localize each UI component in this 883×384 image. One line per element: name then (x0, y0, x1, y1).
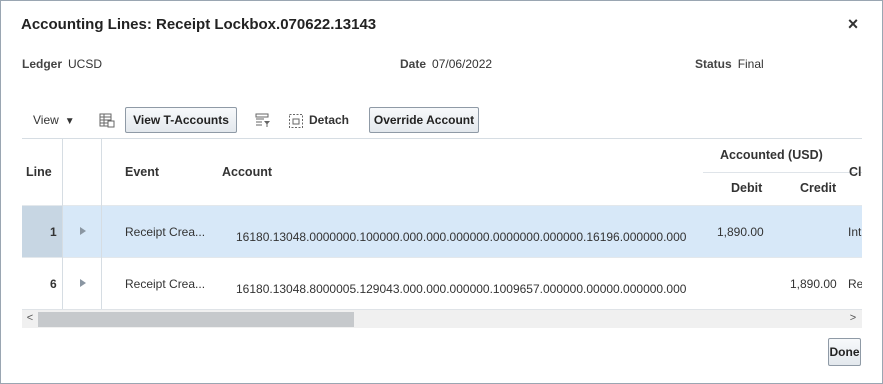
column-group-accounted-usd: Accounted (USD) (720, 148, 823, 162)
freeze-columns-icon[interactable] (99, 112, 115, 128)
row-account: 16180.13048.8000005.129043.000.000.00000… (236, 282, 687, 296)
row-line-number: 6 (50, 277, 57, 291)
header-divider (703, 172, 862, 173)
ledger-info: Ledger UCSD (22, 57, 102, 71)
view-t-accounts-label: View T-Accounts (133, 113, 229, 127)
view-label: View (33, 113, 59, 127)
row-next-col: Int (848, 225, 862, 239)
row-event: Receipt Crea... (125, 225, 206, 239)
override-account-button[interactable]: Override Account (369, 107, 479, 133)
column-header-event[interactable]: Event (125, 165, 159, 179)
selector-column (62, 139, 102, 309)
table-row[interactable]: 6 Receipt Crea... 16180.13048.8000005.12… (22, 257, 862, 310)
date-label: Date (400, 57, 427, 71)
accounting-lines-dialog: Accounting Lines: Receipt Lockbox.070622… (0, 0, 883, 384)
column-header-account[interactable]: Account (222, 165, 272, 179)
done-button[interactable]: Done (828, 338, 861, 366)
status-label: Status (695, 57, 732, 71)
row-debit: 1,890.00 (717, 225, 764, 239)
status-info: Status Final (695, 57, 764, 71)
date-value: 07/06/2022 (432, 57, 493, 71)
detach-icon[interactable] (288, 113, 304, 129)
column-header-debit[interactable]: Debit (731, 181, 762, 195)
view-t-accounts-button[interactable]: View T-Accounts (125, 107, 237, 133)
date-info: Date 07/06/2022 (400, 57, 492, 71)
row-event: Receipt Crea... (125, 277, 206, 291)
close-icon[interactable]: × (844, 14, 862, 34)
ledger-value: UCSD (68, 57, 103, 71)
row-credit: 1,890.00 (790, 277, 837, 291)
override-account-label: Override Account (373, 113, 475, 127)
row-line-number: 1 (50, 225, 57, 239)
row-next-col: Re (848, 277, 862, 291)
view-menu[interactable]: View ▼ (33, 113, 75, 127)
query-by-example-icon[interactable] (255, 112, 271, 128)
column-header-partial[interactable]: Cl (849, 165, 862, 179)
ledger-label: Ledger (22, 57, 63, 71)
row-account: 16180.13048.0000000.100000.000.000.00000… (236, 230, 687, 244)
column-header-credit[interactable]: Credit (800, 181, 836, 195)
accounting-lines-table: Line Event Account Accounted (USD) Debit… (22, 138, 862, 329)
detach-button[interactable]: Detach (309, 113, 349, 127)
done-label: Done (829, 345, 860, 359)
status-value: Final (737, 57, 764, 71)
scrollbar-thumb[interactable] (38, 312, 354, 327)
scroll-right-icon[interactable]: > (846, 312, 860, 324)
column-header-line[interactable]: Line (26, 165, 52, 179)
dialog-title: Accounting Lines: Receipt Lockbox.070622… (21, 16, 377, 33)
caret-down-icon: ▼ (64, 116, 75, 127)
horizontal-scrollbar[interactable]: < > (22, 309, 862, 328)
scroll-left-icon[interactable]: < (23, 312, 37, 324)
table-row[interactable]: 1 Receipt Crea... 16180.13048.0000000.10… (22, 205, 862, 258)
table-header: Line Event Account Accounted (USD) Debit… (22, 139, 862, 205)
